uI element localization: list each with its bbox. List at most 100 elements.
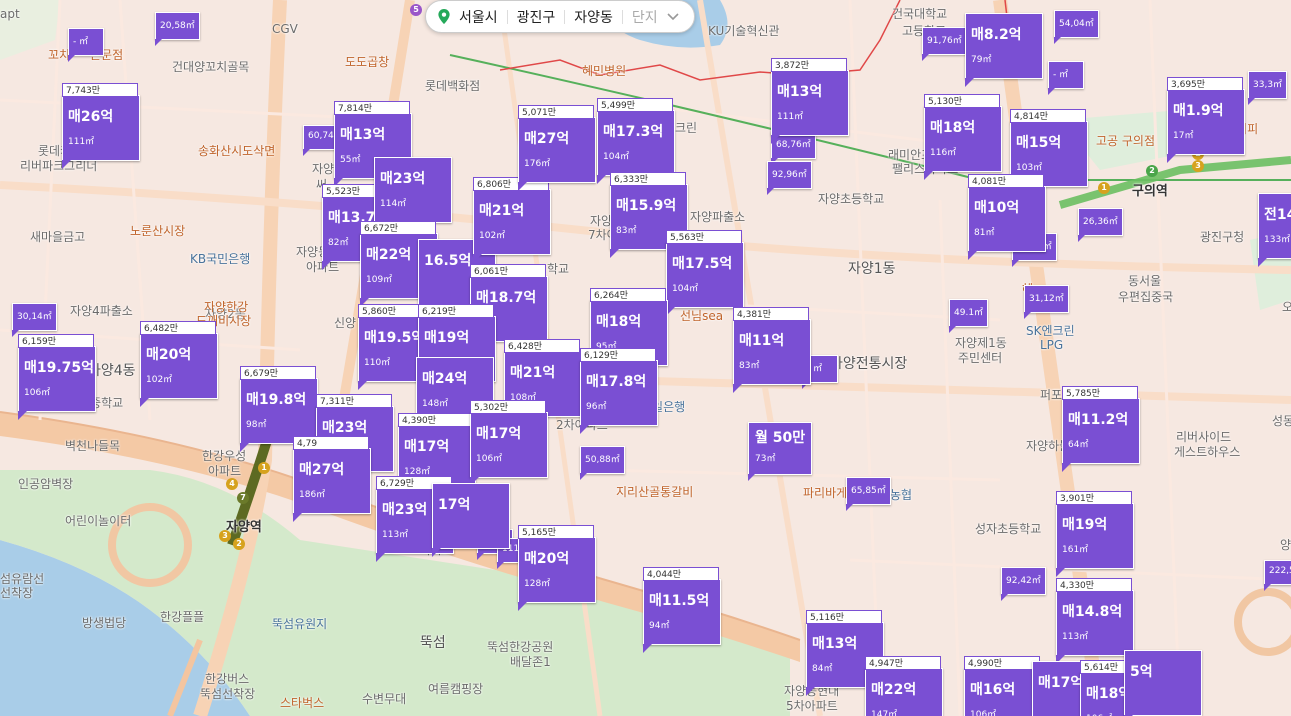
area-marker[interactable]: 65,85㎡ xyxy=(846,477,891,511)
listing-marker[interactable]: 5,130만 매18억 116㎡ xyxy=(924,94,1002,180)
listing-price: 매20억 xyxy=(146,347,192,363)
area-marker[interactable]: 33,3㎡ xyxy=(1248,71,1288,105)
area-marker[interactable]: 50,88㎡ xyxy=(580,446,625,480)
listing-price: 매16억 xyxy=(970,682,1016,698)
listing-marker[interactable]: 4,947만 매22억 147㎡ xyxy=(865,656,943,716)
subway-line-badge: 7 xyxy=(237,492,249,504)
listing-marker[interactable]: 4,381만 매11억 83㎡ xyxy=(733,307,811,393)
area-marker[interactable]: 20,58㎡ xyxy=(155,12,200,46)
listing-marker[interactable]: 4,081만 매10억 81㎡ xyxy=(968,174,1046,260)
chevron-down-icon[interactable] xyxy=(667,12,679,21)
listing-marker[interactable]: 5억 xyxy=(1124,650,1202,716)
listing-marker[interactable]: 4,044만 매11.5억 94㎡ xyxy=(643,567,721,653)
listing-marker[interactable]: 5,165만매20억 128㎡ xyxy=(518,525,596,611)
area-marker[interactable]: 91,76㎡ xyxy=(922,27,967,61)
listing-price-per-area: 4,947만 xyxy=(865,656,941,670)
place-label: 동서울 xyxy=(1128,274,1162,288)
listing-area: 94㎡ xyxy=(649,621,670,631)
subway-line-badge: 5 xyxy=(410,4,422,16)
place-label: 아파트 xyxy=(208,464,242,478)
area-marker[interactable]: 54,04㎡ xyxy=(1054,10,1099,44)
listing-area: 98㎡ xyxy=(246,420,267,430)
subway-line-badge: 1 xyxy=(258,462,270,474)
listing-marker[interactable]: 전14 133㎡ xyxy=(1258,193,1291,267)
listing-marker[interactable]: 6,482만 매20억 102㎡ xyxy=(140,321,218,407)
place-label: 뚝섬선착장 xyxy=(200,687,256,701)
place-label: CGV xyxy=(272,22,298,36)
breadcrumb-dong[interactable]: 자양동 xyxy=(565,7,622,27)
listing-price: 매17억 xyxy=(476,426,522,442)
area-marker[interactable]: 92,42㎡ xyxy=(1001,567,1046,601)
place-label: 지리산골통갈비 xyxy=(616,485,694,499)
listing-price-per-area: 4,990만 xyxy=(964,656,1040,670)
listing-area: 104㎡ xyxy=(672,284,699,294)
listing-marker[interactable]: 3,695만 매1.9억 17㎡ xyxy=(1167,77,1245,163)
listing-marker[interactable]: 5,563만 매17.5억 104㎡ xyxy=(666,230,744,316)
area-marker[interactable]: 92,96㎡ xyxy=(767,161,812,195)
listing-marker[interactable]: 6,806만 매21억 102㎡ xyxy=(473,177,551,263)
listing-price: 16.5억 xyxy=(424,253,472,269)
listing-price-per-area: 3,695만 xyxy=(1167,77,1243,91)
listing-area: 116㎡ xyxy=(930,148,957,158)
area-marker[interactable]: 31,12㎡ xyxy=(1024,285,1069,319)
listing-price: 매18억 xyxy=(930,120,976,136)
listing-price: 매23억 xyxy=(382,502,428,518)
listing-price-per-area: 6,428만 xyxy=(504,339,580,353)
listing-area: 128㎡ xyxy=(524,579,551,589)
area-marker[interactable]: - ㎡ xyxy=(1048,61,1084,95)
listing-marker[interactable]: 5,785만 매11.2억 64㎡ xyxy=(1062,386,1140,472)
listing-marker[interactable]: 매8.2억 79㎡ xyxy=(965,13,1043,87)
listing-area: 84㎡ xyxy=(812,664,833,674)
listing-marker[interactable]: 7,743만 매26억 111㎡ xyxy=(62,83,140,169)
listing-area: 17㎡ xyxy=(1173,131,1194,141)
listing-area: 186㎡ xyxy=(299,490,326,500)
listing-price-per-area: 6,264만 xyxy=(590,288,666,302)
area-marker-label: 91,76㎡ xyxy=(927,36,962,46)
listing-area: 103㎡ xyxy=(1016,163,1043,173)
listing-price: 매19.8억 xyxy=(246,392,307,408)
listing-price: 매20억 xyxy=(524,551,570,567)
listing-price: 매21억 xyxy=(510,365,556,381)
area-marker-label: 31,12㎡ xyxy=(1029,294,1064,304)
listing-marker[interactable]: 5,071만 매27억 176㎡ xyxy=(518,105,596,191)
listing-price-per-area: 5,071만 xyxy=(518,105,594,119)
map-canvas[interactable]: apt건대양꼬치골목도도곱창롯데백화점CGVKU기술혁신관건국대학교고등학교혜민… xyxy=(0,0,1291,716)
listing-marker[interactable]: 4,79 매27억 186㎡ xyxy=(293,436,371,522)
listing-marker[interactable]: 4,990만 매16억 106㎡ xyxy=(964,656,1042,716)
place-label: 우편집중국 xyxy=(1118,290,1174,304)
listing-marker[interactable]: 5,302만 매17억 106㎡ xyxy=(470,400,548,486)
listing-price: 매19.75억 xyxy=(24,360,95,376)
area-marker[interactable]: - ㎡ xyxy=(68,28,104,62)
place-label: 신양 xyxy=(334,316,357,330)
area-marker-label: 49.1㎡ xyxy=(954,308,984,318)
place-label: 롯데백화점 xyxy=(425,79,481,93)
listing-area: 64㎡ xyxy=(1068,440,1089,450)
listing-marker[interactable]: 6,159만 매19.75억 106㎡ xyxy=(18,334,96,420)
area-marker-label: - ㎡ xyxy=(1053,70,1069,80)
area-marker[interactable]: 월 50만 73㎡ xyxy=(748,422,813,481)
listing-area: 102㎡ xyxy=(479,231,506,241)
breadcrumb-complex-select[interactable]: 단지 xyxy=(623,7,667,27)
area-marker-label: 월 50만 xyxy=(755,430,806,446)
breadcrumb-city[interactable]: 서울시 xyxy=(450,7,507,27)
listing-marker[interactable]: 6,129만 매17.8억 96㎡ xyxy=(580,348,658,434)
listing-area: 113㎡ xyxy=(1062,632,1089,642)
listing-marker[interactable]: 3,901만 매19억 161㎡ xyxy=(1056,491,1134,577)
area-marker[interactable]: 26,36㎡ xyxy=(1078,208,1123,242)
listing-marker[interactable]: 6,679만 매19.8억 98㎡ xyxy=(240,366,318,452)
listing-marker[interactable]: 5,499만 매17.3억 104㎡ xyxy=(597,98,675,184)
listing-marker[interactable]: 4,330만 매14.8억 113㎡ xyxy=(1056,578,1134,664)
listing-price: 매21억 xyxy=(479,203,525,219)
listing-marker[interactable]: 매23억 114㎡ xyxy=(374,157,452,231)
area-marker[interactable]: 222,5 xyxy=(1264,560,1291,591)
area-marker[interactable]: 49.1㎡ xyxy=(949,299,989,333)
area-marker[interactable]: 30,14㎡ xyxy=(12,303,57,337)
listing-area: 83㎡ xyxy=(616,226,637,236)
listing-marker[interactable]: 3,872만 매13억 111㎡ xyxy=(771,58,849,144)
listing-marker[interactable]: 17억 xyxy=(432,483,510,557)
place-label: 구의역 xyxy=(1132,184,1168,199)
breadcrumb-district[interactable]: 광진구 xyxy=(508,7,565,27)
listing-area: 110㎡ xyxy=(364,358,391,368)
place-label: 자양초등학교 xyxy=(818,192,885,206)
listing-price-per-area: 5,165만 xyxy=(518,525,594,539)
